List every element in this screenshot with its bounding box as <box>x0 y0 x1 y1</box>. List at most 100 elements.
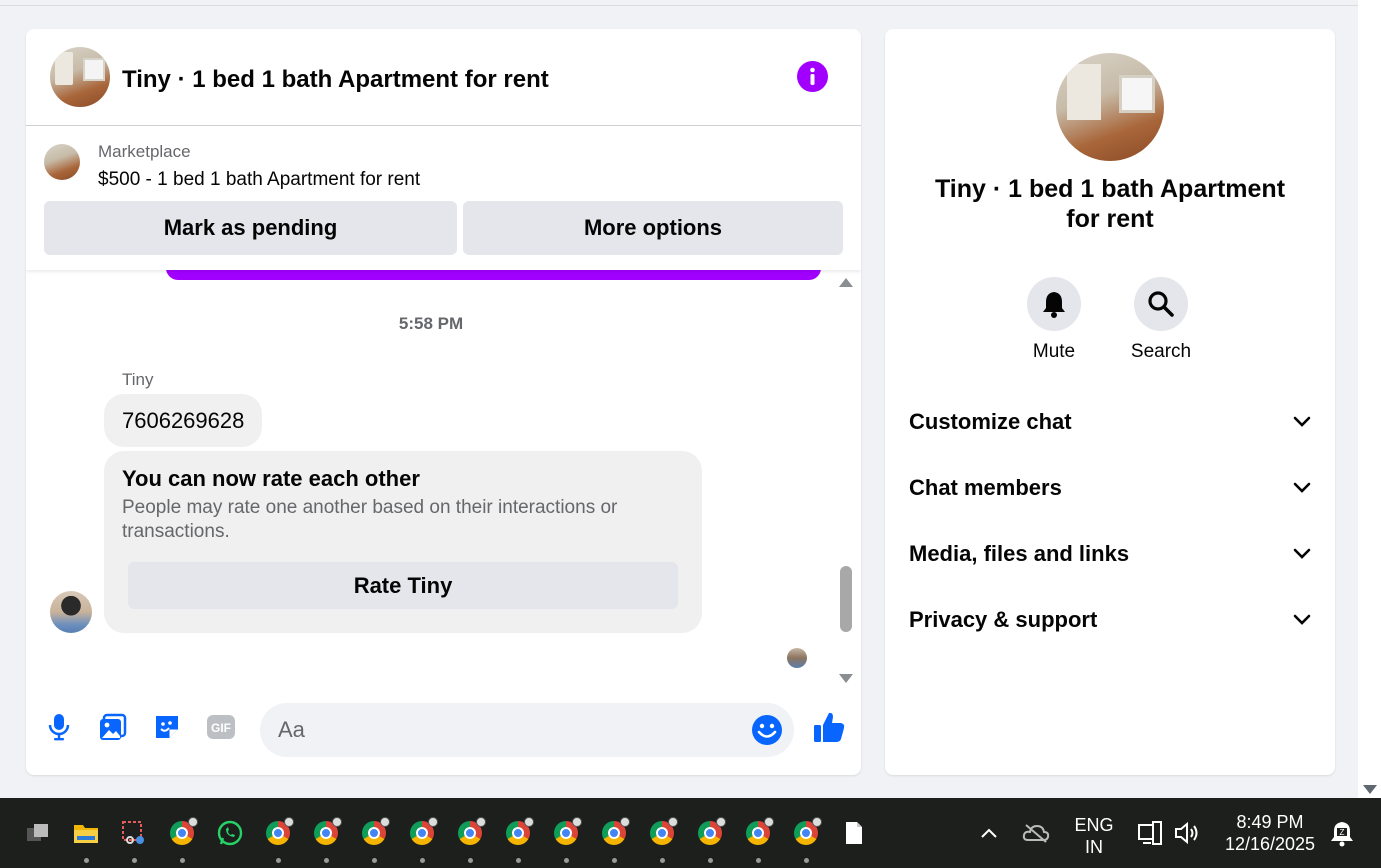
listing-avatar-large[interactable] <box>1056 53 1164 161</box>
info-button[interactable] <box>797 61 828 92</box>
media-files-links-section[interactable]: Media, files and links <box>909 534 1311 574</box>
rate-card-description: People may rate one another based on the… <box>122 497 618 542</box>
running-indicator <box>468 858 473 863</box>
message-bubble[interactable]: 7606269628 <box>104 394 263 447</box>
privacy-support-section[interactable]: Privacy & support <box>909 600 1311 640</box>
chrome-icon[interactable] <box>552 817 582 847</box>
running-indicator <box>804 858 809 863</box>
task-view-icon[interactable] <box>24 819 52 847</box>
section-label: Privacy & support <box>909 607 1098 632</box>
chrome-icon[interactable] <box>792 817 822 847</box>
message-text: 7606269628 <box>122 407 245 433</box>
sender-avatar[interactable] <box>50 591 92 633</box>
volume-icon[interactable] <box>1174 819 1202 847</box>
chrome-icon[interactable] <box>504 817 534 847</box>
rate-card: You can now rate each other People may r… <box>104 451 702 633</box>
search-label: Search <box>1130 341 1192 362</box>
details-panel: Tiny · 1 bed 1 bath Apartment for rent M… <box>885 29 1335 775</box>
whatsapp-icon[interactable] <box>216 819 244 847</box>
section-label: Media, files and links <box>909 541 1130 566</box>
clock-time: 8:49 PM <box>1236 812 1304 832</box>
section-label: Customize chat <box>909 409 1072 434</box>
mute-label: Mute <box>1032 341 1076 362</box>
microphone-icon[interactable] <box>44 712 74 742</box>
chrome-icon[interactable] <box>600 817 630 847</box>
mark-as-pending-button[interactable]: Mark as pending <box>44 201 457 255</box>
clock-date: 12/16/2025 <box>1224 834 1316 854</box>
listing-description[interactable]: $500 - 1 bed 1 bath Apartment for rent <box>98 169 420 191</box>
scroll-down-arrow-icon[interactable] <box>1363 785 1377 794</box>
chrome-icon[interactable] <box>360 817 390 847</box>
running-indicator <box>180 858 185 863</box>
marketplace-label: Marketplace <box>98 142 191 161</box>
message-input[interactable] <box>278 703 738 757</box>
notification-bell-icon[interactable]: Z <box>1328 819 1356 847</box>
file-explorer-icon[interactable] <box>72 819 100 847</box>
chrome-icon[interactable] <box>408 817 438 847</box>
marketplace-card: Marketplace $500 - 1 bed 1 bath Apartmen… <box>26 126 861 270</box>
scrollbar-thumb[interactable] <box>840 566 852 632</box>
chrome-icon[interactable] <box>456 817 486 847</box>
thumbs-up-icon[interactable] <box>812 710 846 744</box>
chrome-profile-icon[interactable] <box>168 817 198 847</box>
customize-chat-section[interactable]: Customize chat <box>909 402 1311 442</box>
running-indicator <box>276 858 281 863</box>
chevron-down-icon <box>1293 416 1311 427</box>
listing-avatar[interactable] <box>50 47 110 107</box>
chevron-down-icon <box>1293 548 1311 559</box>
running-indicator <box>516 858 521 863</box>
emoji-icon[interactable] <box>751 714 783 746</box>
chevron-down-icon <box>1293 614 1311 625</box>
details-title: Tiny · 1 bed 1 bath Apartment for rent <box>934 175 1286 233</box>
bell-icon <box>1043 292 1065 318</box>
thread-scrollbar[interactable] <box>836 270 856 689</box>
notepad-icon[interactable] <box>840 819 868 847</box>
message-thread: 5:58 PM Tiny 7606269628 You can now rate… <box>26 270 861 689</box>
browser-top-edge <box>0 0 1358 6</box>
chrome-icon[interactable] <box>744 817 774 847</box>
outgoing-message-bubble <box>166 270 821 280</box>
chat-title[interactable]: Tiny · 1 bed 1 bath Apartment for rent <box>122 66 549 94</box>
show-hidden-icons-chevron-up-icon[interactable] <box>975 819 1003 847</box>
section-label: Chat members <box>909 475 1062 500</box>
svg-text:Z: Z <box>1340 828 1345 837</box>
listing-thumbnail[interactable] <box>44 144 80 180</box>
chrome-icon[interactable] <box>696 817 726 847</box>
message-input-container <box>260 703 794 757</box>
chrome-icon[interactable] <box>648 817 678 847</box>
running-indicator <box>324 858 329 863</box>
chat-header: Tiny · 1 bed 1 bath Apartment for rent <box>26 29 861 126</box>
photo-icon[interactable] <box>98 712 128 742</box>
running-indicator <box>660 858 665 863</box>
language-code: ENG <box>1074 815 1114 835</box>
scroll-up-arrow-icon[interactable] <box>839 278 853 287</box>
seen-indicator-avatar <box>787 648 807 668</box>
running-indicator <box>708 858 713 863</box>
chat-panel: Tiny · 1 bed 1 bath Apartment for rent M… <box>26 29 861 775</box>
chrome-icon[interactable] <box>264 817 294 847</box>
chrome-icon[interactable] <box>312 817 342 847</box>
mute-button[interactable]: Mute <box>1014 277 1094 363</box>
windows-taskbar: ENG IN 8:49 PM 12/16/2025 Z <box>0 798 1381 868</box>
running-indicator <box>372 858 377 863</box>
snipping-tool-icon[interactable] <box>120 819 148 847</box>
info-icon <box>810 67 815 85</box>
onedrive-cloud-icon[interactable] <box>1022 819 1050 847</box>
chat-members-section[interactable]: Chat members <box>909 468 1311 508</box>
scroll-down-arrow-icon[interactable] <box>839 674 853 683</box>
chevron-down-icon <box>1293 482 1311 493</box>
network-icon[interactable] <box>1136 819 1164 847</box>
rate-card-title: You can now rate each other <box>122 466 420 491</box>
gif-icon[interactable]: GIF <box>206 712 236 742</box>
sticker-icon[interactable] <box>152 712 182 742</box>
running-indicator <box>612 858 617 863</box>
input-language-indicator[interactable]: ENG IN <box>1070 814 1118 858</box>
page-scrollbar[interactable] <box>1358 0 1381 798</box>
rate-tiny-button[interactable]: Rate Tiny <box>128 562 678 609</box>
search-button[interactable]: Search <box>1121 277 1201 363</box>
clock[interactable]: 8:49 PM 12/16/2025 <box>1215 811 1325 855</box>
more-options-button[interactable]: More options <box>463 201 843 255</box>
composer: GIF <box>26 689 861 775</box>
sender-name: Tiny <box>122 370 154 389</box>
search-icon <box>1148 291 1174 317</box>
